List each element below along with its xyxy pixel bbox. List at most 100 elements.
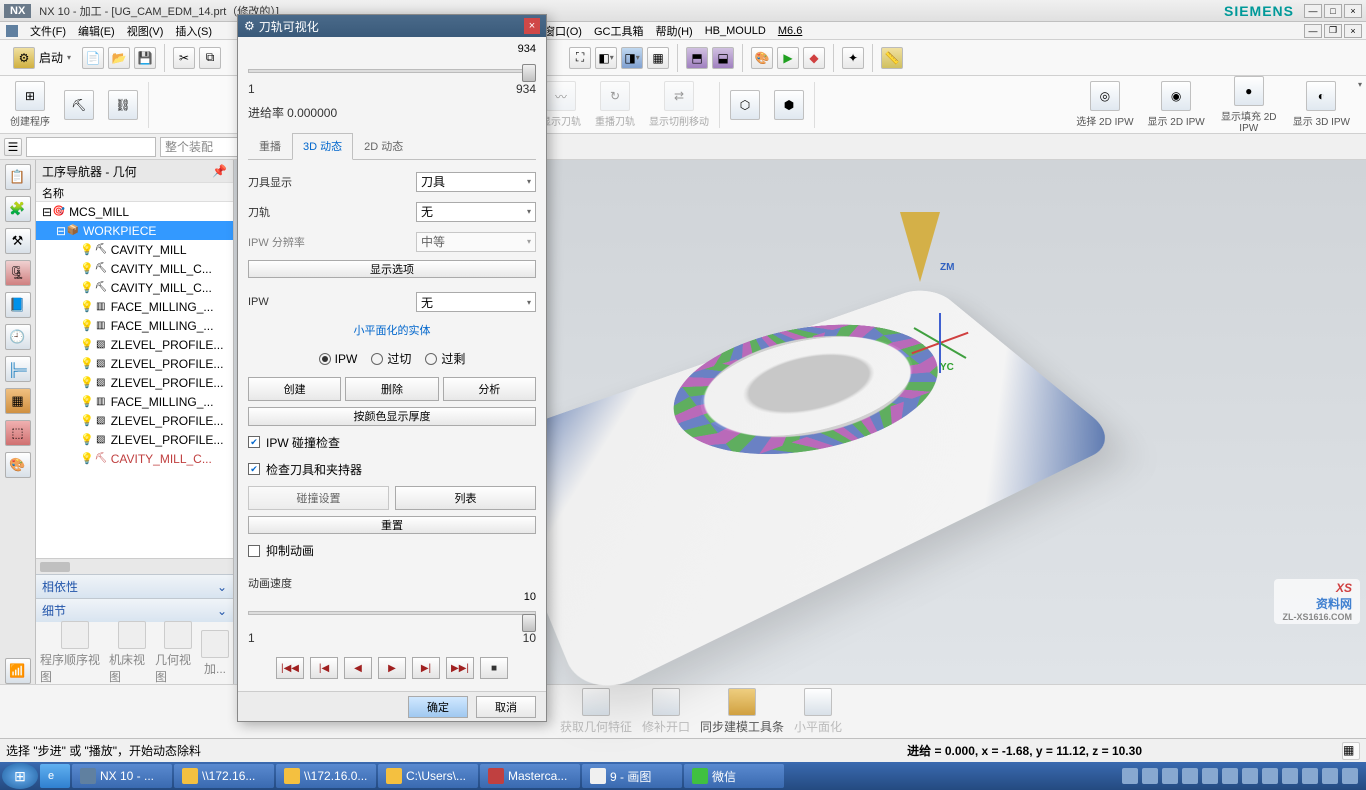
redraw-path-icon[interactable]: ↻ (600, 81, 630, 111)
nav-section-detail[interactable]: 细节⌄ (36, 598, 233, 622)
collision-settings-button[interactable]: 碰撞设置 (248, 486, 389, 510)
stop-button[interactable]: ■ (480, 657, 508, 679)
tray-icon[interactable] (1162, 768, 1178, 784)
suppress-anim-checkbox[interactable] (248, 545, 260, 557)
create-button[interactable]: 创建 (248, 377, 341, 401)
nav-section-dependency[interactable]: 相依性⌄ (36, 574, 233, 598)
tree-op-7[interactable]: 💡▧ZLEVEL_PROFILE... (36, 373, 233, 392)
tree-op-11[interactable]: 💡⛏CAVITY_MILL_C... (36, 449, 233, 468)
delete-button[interactable]: 删除 (345, 377, 438, 401)
rail-nav-icon[interactable]: 📋 (5, 164, 31, 190)
nav-pin-icon[interactable]: 📌 (212, 164, 227, 178)
view-dd-icon[interactable]: ◧▾ (595, 47, 617, 69)
menu-gc[interactable]: GC工具箱 (588, 23, 650, 39)
select-2d-ipw-button[interactable]: ◎选择 2D IPW (1070, 79, 1139, 130)
fill-2d-ipw-button[interactable]: ●显示填充 2D IPW (1213, 74, 1285, 136)
tree-op-2[interactable]: 💡⛏CAVITY_MILL_C... (36, 278, 233, 297)
cut-icon[interactable]: ✂ (173, 47, 195, 69)
radio-overcut[interactable]: 过切 (371, 350, 411, 367)
rail-history-icon[interactable]: 🕘 (5, 324, 31, 350)
check-tool-holder-checkbox[interactable]: ✔ (248, 463, 260, 475)
create-program-button[interactable]: ⊞ 创建程序 (4, 79, 56, 130)
paint-icon[interactable]: 🎨 (751, 47, 773, 69)
menu-m66[interactable]: M6.6 (772, 25, 808, 37)
strip-get-geometry[interactable]: 获取几何特征 (560, 688, 632, 735)
tree-op-0[interactable]: 💡⛏CAVITY_MILL (36, 240, 233, 259)
tab-3d-dynamic[interactable]: 3D 动态 (292, 133, 353, 160)
ipw-select[interactable]: 无▾ (416, 292, 536, 312)
rail-clamp-icon[interactable]: 🗜 (5, 260, 31, 286)
tray-icon[interactable] (1242, 768, 1258, 784)
rail-book-icon[interactable]: 📘 (5, 292, 31, 318)
strip-facet[interactable]: 小平面化 (794, 688, 842, 735)
radio-ipw[interactable]: IPW (319, 350, 358, 367)
tree-op-3[interactable]: 💡▥FACE_MILLING_... (36, 297, 233, 316)
menu-insert[interactable]: 插入(S) (169, 23, 218, 39)
box-dd-icon[interactable]: ◨▾ (621, 47, 643, 69)
filter-icon[interactable]: ☰ (4, 138, 22, 156)
nav-column-name[interactable]: 名称 (36, 182, 233, 202)
menu-edit[interactable]: 编辑(E) (72, 23, 121, 39)
show-cut-icon[interactable]: ⇄ (664, 81, 694, 111)
tab-replay[interactable]: 重播 (248, 133, 292, 159)
tree-op-9[interactable]: 💡▧ZLEVEL_PROFILE... (36, 411, 233, 430)
new-icon[interactable]: 📄 (82, 47, 104, 69)
nav-machine-view[interactable]: 机床视图 (109, 621, 155, 685)
tree-root-mcs[interactable]: ⊟ 🎯MCS_MILL (36, 202, 233, 221)
reset-button[interactable]: 重置 (248, 516, 536, 534)
open-icon[interactable]: 📂 (108, 47, 130, 69)
progress-slider[interactable] (248, 61, 536, 76)
fit-icon[interactable]: ⛶ (569, 47, 591, 69)
tray-icon[interactable] (1302, 768, 1318, 784)
menu-file[interactable]: 文件(F) (24, 23, 72, 39)
rail-palette-icon[interactable]: 🎨 (5, 452, 31, 478)
radio-excess[interactable]: 过剩 (425, 350, 465, 367)
tray-icon[interactable] (1122, 768, 1138, 784)
ok-button[interactable]: 确定 (408, 696, 468, 718)
cancel-button[interactable]: 取消 (476, 696, 536, 718)
doc-close-button[interactable]: × (1344, 24, 1362, 38)
start-dropdown[interactable]: ⚙ 启动▾ (6, 44, 78, 72)
tab-2d-dynamic[interactable]: 2D 动态 (353, 133, 414, 159)
layer2-icon[interactable]: ⬓ (712, 47, 734, 69)
step-forward-button[interactable]: ▶| (412, 657, 440, 679)
tray-icon[interactable] (1342, 768, 1358, 784)
menu-help[interactable]: 帮助(H) (649, 23, 698, 39)
play-button[interactable]: ▶ (378, 657, 406, 679)
analyze-button[interactable]: 分析 (443, 377, 536, 401)
rib-icon-b[interactable]: ⛓ (108, 90, 138, 120)
filter-input-1[interactable] (26, 137, 156, 157)
show-2d-ipw-button[interactable]: ◉显示 2D IPW (1142, 79, 1211, 130)
maximize-button[interactable]: □ (1324, 4, 1342, 18)
save-icon[interactable]: 💾 (134, 47, 156, 69)
rewind-start-button[interactable]: |◀◀ (276, 657, 304, 679)
play-reverse-button[interactable]: ◀ (344, 657, 372, 679)
tree-scrollbar-h[interactable] (36, 558, 233, 574)
close-button[interactable]: × (1344, 4, 1362, 18)
tree-op-8[interactable]: 💡▥FACE_MILLING_... (36, 392, 233, 411)
tray-icon[interactable] (1142, 768, 1158, 784)
nav-geometry-view[interactable]: 几何视图 (155, 621, 201, 685)
status-mode-icon[interactable]: ▦ (1342, 742, 1360, 760)
copy-icon[interactable]: ⧉ (199, 47, 221, 69)
tree-op-5[interactable]: 💡▧ZLEVEL_PROFILE... (36, 335, 233, 354)
probe-icon[interactable]: ✦ (842, 47, 864, 69)
tray-icon[interactable] (1262, 768, 1278, 784)
menu-hb-mould[interactable]: HB_MOULD (699, 25, 772, 37)
ruler-icon[interactable]: 📏 (881, 47, 903, 69)
tray-icon[interactable] (1182, 768, 1198, 784)
show-path-icon[interactable]: 〰 (546, 81, 576, 111)
tree-op-4[interactable]: 💡▥FACE_MILLING_... (36, 316, 233, 335)
tree-op-10[interactable]: 💡▧ZLEVEL_PROFILE... (36, 430, 233, 449)
forward-end-button[interactable]: ▶▶| (446, 657, 474, 679)
tray-icon[interactable] (1202, 768, 1218, 784)
strip-repair[interactable]: 修补开口 (642, 688, 690, 735)
start-button[interactable]: ⊞ (2, 763, 38, 789)
strip-sync-model[interactable]: 同步建模工具条 (700, 688, 784, 735)
tray-icon[interactable] (1222, 768, 1238, 784)
dialog-close-button[interactable]: × (524, 18, 540, 34)
tray-icon[interactable] (1282, 768, 1298, 784)
rail-wifi-icon[interactable]: 📶 (5, 658, 31, 684)
flag-icon[interactable]: ◆ (803, 47, 825, 69)
rib-mat-icon[interactable]: ⬢ (774, 90, 804, 120)
